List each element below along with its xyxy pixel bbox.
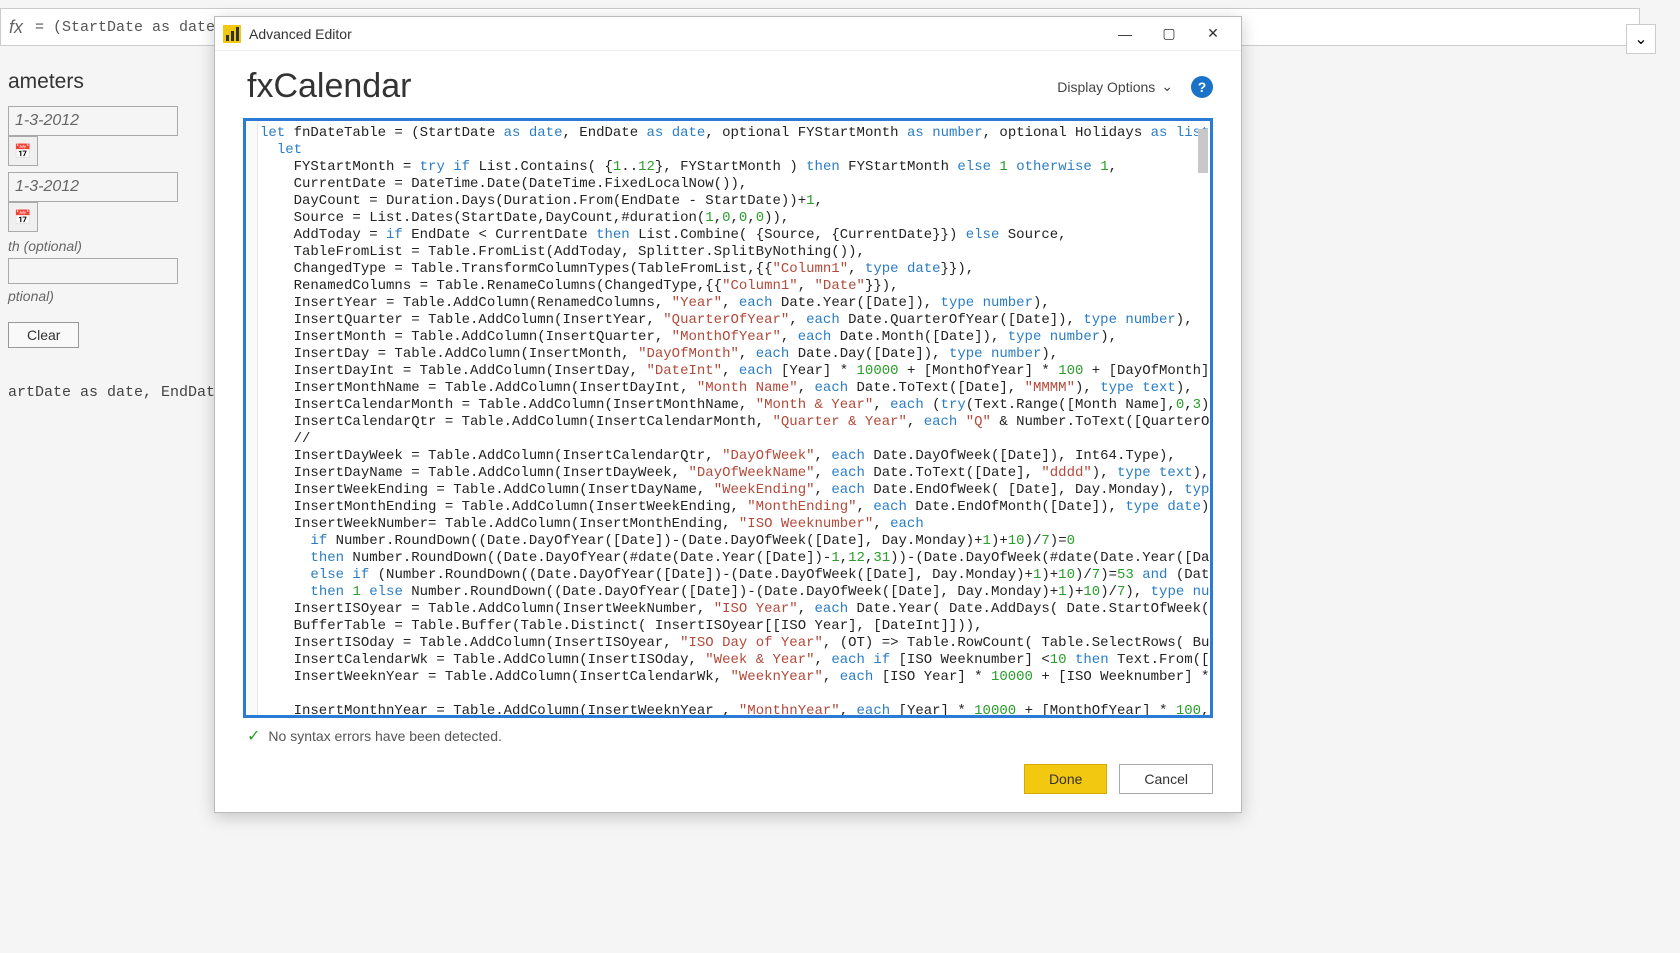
fymonth-label: th (optional) — [8, 238, 202, 254]
status-text: No syntax errors have been detected. — [268, 728, 501, 744]
scrollbar-thumb[interactable] — [1198, 129, 1208, 173]
parameters-panel: ameters 1-3-2012📅 1-3-2012📅 th (optional… — [0, 62, 210, 409]
editor-gutter — [246, 121, 258, 715]
help-icon[interactable]: ? — [1191, 76, 1213, 98]
powerbi-icon — [223, 25, 241, 43]
fx-label: fx — [9, 17, 23, 38]
end-date-input[interactable]: 1-3-2012 — [8, 172, 178, 202]
function-signature: artDate as date, EndDate as d — [8, 384, 202, 401]
advanced-editor-dialog: Advanced Editor — ▢ ✕ fxCalendar Display… — [214, 16, 1242, 813]
cancel-button[interactable]: Cancel — [1119, 764, 1213, 794]
calendar-icon[interactable]: 📅 — [8, 136, 38, 166]
page-title: fxCalendar — [247, 67, 1057, 106]
clear-button[interactable]: Clear — [8, 322, 79, 348]
titlebar: Advanced Editor — ▢ ✕ — [215, 17, 1241, 51]
close-button[interactable]: ✕ — [1191, 19, 1235, 49]
chevron-down-icon: ⌄ — [1161, 78, 1173, 95]
chevron-down-icon[interactable]: ⌄ — [1626, 24, 1656, 54]
display-options-dropdown[interactable]: Display Options⌄ — [1057, 78, 1173, 95]
optional-label: ptional) — [8, 288, 202, 304]
status-bar: ✓ No syntax errors have been detected. — [215, 722, 1241, 756]
window-title: Advanced Editor — [249, 26, 1103, 42]
fymonth-input[interactable] — [8, 258, 178, 284]
check-icon: ✓ — [247, 726, 260, 746]
start-date-input[interactable]: 1-3-2012 — [8, 106, 178, 136]
code-editor[interactable]: let fnDateTable = (StartDate as date, En… — [243, 118, 1213, 718]
done-button[interactable]: Done — [1024, 764, 1107, 794]
panel-heading: ameters — [8, 70, 202, 94]
maximize-button[interactable]: ▢ — [1147, 19, 1191, 49]
minimize-button[interactable]: — — [1103, 19, 1147, 49]
calendar-icon[interactable]: 📅 — [8, 202, 38, 232]
